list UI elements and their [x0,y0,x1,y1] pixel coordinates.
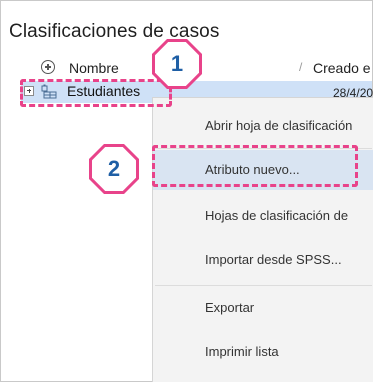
menu-divider [155,148,372,149]
menu-divider [155,285,372,286]
menu-item-open-classification-sheet[interactable]: Abrir hoja de clasificación [153,106,373,146]
panel-title: Clasificaciones de casos [9,21,220,42]
menu-item-label: Abrir hoja de clasificación [205,118,353,133]
menu-item-print-list[interactable]: Imprimir lista [153,332,373,372]
menu-item-label: Exportar [205,300,255,315]
menu-item-new-attribute[interactable]: Atributo nuevo... [153,150,373,190]
column-name-header[interactable]: Nombre [69,60,119,76]
context-menu: Abrir hoja de clasificación Atributo nue… [152,97,373,382]
menu-item-classification-sheets[interactable]: Hojas de clasificación de [153,196,373,236]
menu-item-label: Imprimir lista [205,344,279,359]
step-badge-number: 2 [92,147,136,191]
step-badge-number: 1 [155,42,199,86]
add-column-icon[interactable] [41,60,55,74]
menu-item-label: Importar desde SPSS... [205,252,342,267]
case-classification-icon [41,84,57,99]
column-separator: / [299,60,303,74]
menu-item-import-spss[interactable]: Importar desde SPSS... [153,240,373,280]
menu-item-label: Hojas de clasificación de [205,208,349,223]
menu-item-label: Atributo nuevo... [205,162,300,177]
menu-item-export[interactable]: Exportar [153,288,373,328]
column-created-header[interactable]: Creado e [313,60,371,76]
row-label-estudiantes: Estudiantes [67,83,141,99]
expand-icon[interactable] [24,86,34,96]
step-badge-2: 2 [89,144,139,194]
step-badge-1: 1 [152,39,202,89]
case-classifications-panel: Clasificaciones de casos Nombre / Creado… [0,0,373,382]
